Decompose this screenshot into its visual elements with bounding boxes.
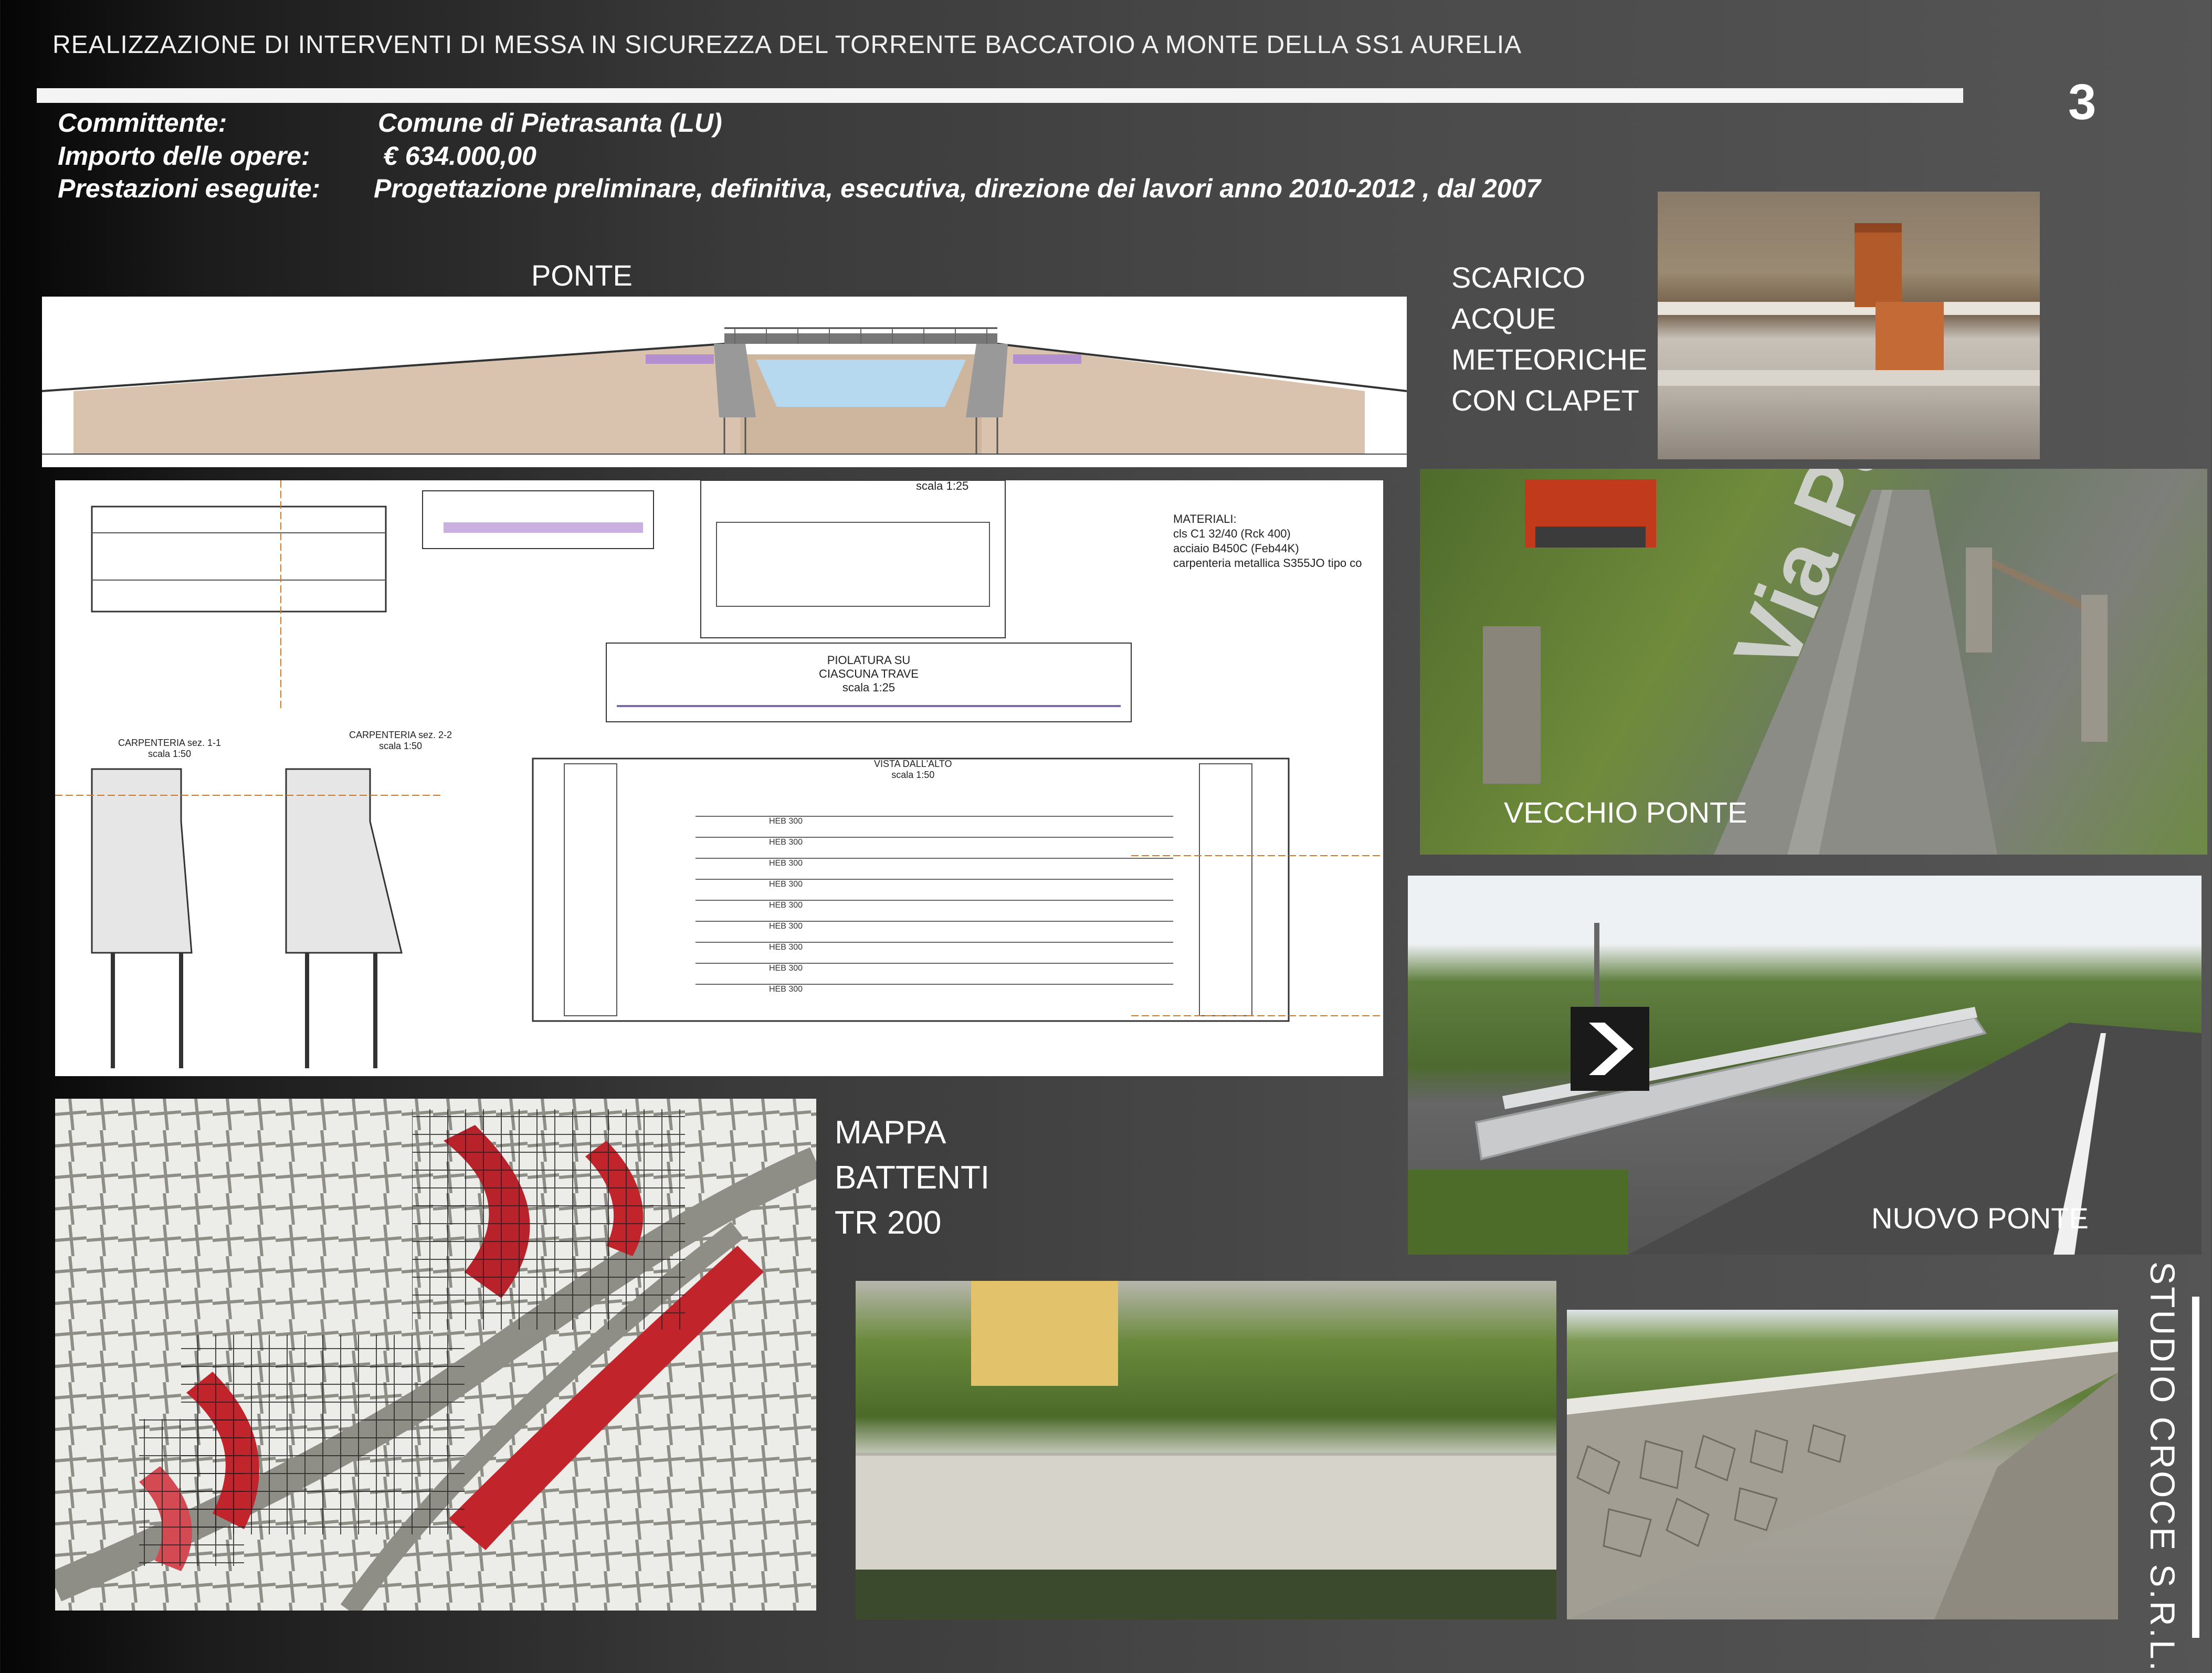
carpenteria-2-title: CARPENTERIA sez. 2-2 [349, 730, 452, 740]
ponte-label: PONTE [531, 259, 633, 292]
heb-label: HEB 300 [769, 943, 803, 952]
nuovo-ponte-photo [1408, 876, 2202, 1255]
materials-box: MATERIALI: cls C1 32/40 (Rck 400) acciai… [1173, 512, 1362, 571]
scarico-line-2: ACQUE [1451, 302, 1556, 335]
importo-value: € 634.000,00 [383, 141, 536, 171]
prestazioni-label: Prestazioni eseguite: [58, 174, 321, 203]
heb-label: HEB 300 [769, 922, 803, 931]
studio-credit: STUDIO CROCE S.R.L. [2126, 1261, 2199, 1673]
wall-photo-2 [1567, 1310, 2118, 1619]
mappa-line-1: MAPPA [835, 1114, 946, 1151]
technical-drawings: scala 1:25 MATERIALI: cls C1 32/40 (Rck … [55, 480, 1383, 1076]
header-rule [37, 88, 1963, 103]
wall-photo-1 [856, 1281, 1556, 1619]
carpenteria-1-title: CARPENTERIA sez. 1-1 [118, 738, 222, 748]
vista-scale: scala 1:50 [891, 770, 935, 780]
heb-label: HEB 300 [769, 985, 803, 994]
pilatura-heading: PIOLATURA SU CIASCUNA TRAVE scala 1:25 [800, 654, 937, 695]
pilatura-scale: scala 1:25 [842, 681, 896, 694]
heb-labels: HEB 300 HEB 300 HEB 300 HEB 300 HEB 300 … [769, 811, 803, 1000]
mappa-line-3: TR 200 [835, 1205, 942, 1241]
heb-label: HEB 300 [769, 859, 803, 868]
carpenteria-2-scale: scala 1:50 [379, 741, 423, 751]
heb-label: HEB 300 [769, 817, 803, 826]
bridge-section-drawing [42, 297, 1407, 467]
importo-label: Importo delle opere: [58, 141, 310, 171]
heb-label: HEB 300 [769, 964, 803, 973]
studio-bar [2192, 1297, 2199, 1638]
carpenteria-1-scale: scala 1:50 [148, 749, 192, 759]
vista-heading: VISTA DALL'ALTO scala 1:50 [874, 759, 952, 781]
pilatura-title: PIOLATURA SU CIASCUNA TRAVE [819, 654, 919, 680]
materials-title: MATERIALI: [1173, 512, 1237, 525]
heb-label: HEB 300 [769, 880, 803, 889]
scarico-photo [1658, 192, 2040, 459]
vecchio-ponte-label: VECCHIO PONTE [1504, 796, 1747, 829]
committente-value: Comune di Pietrasanta (LU) [378, 108, 722, 138]
page-number: 3 [2068, 74, 2097, 130]
materials-line-1: cls C1 32/40 (Rck 400) [1173, 527, 1291, 540]
nuovo-ponte-label: NUOVO PONTE [1871, 1202, 2089, 1235]
scarico-line-4: CON CLAPET [1451, 384, 1639, 417]
materials-line-3: carpenteria metallica S355JO tipo co [1173, 556, 1362, 570]
page-title: REALIZZAZIONE DI INTERVENTI DI MESSA IN … [52, 31, 1522, 59]
scarico-line-1: SCARICO [1451, 261, 1586, 294]
scarico-line-3: METEORICHE [1451, 343, 1648, 376]
scale-label: scala 1:25 [916, 480, 969, 492]
vista-title: VISTA DALL'ALTO [874, 759, 952, 769]
committente-label: Committente: [58, 108, 227, 138]
prestazioni-value: Progettazione preliminare, definitiva, e… [374, 174, 1541, 203]
heb-label: HEB 300 [769, 838, 803, 847]
studio-name: STUDIO CROCE S.R.L. [2143, 1261, 2182, 1673]
mappa-label: MAPPA BATTENTI TR 200 [835, 1110, 989, 1246]
scarico-label: SCARICO ACQUE METEORICHE CON CLAPET [1451, 257, 1647, 421]
materials-line-2: acciaio B450C (Feb44K) [1173, 542, 1299, 555]
mappa-battenti [55, 1099, 816, 1611]
heb-label: HEB 300 [769, 901, 803, 910]
carpenteria-2-heading: CARPENTERIA sez. 2-2 scala 1:50 [349, 730, 452, 752]
carpenteria-1-heading: CARPENTERIA sez. 1-1 scala 1:50 [118, 738, 221, 760]
mappa-line-2: BATTENTI [835, 1160, 990, 1196]
